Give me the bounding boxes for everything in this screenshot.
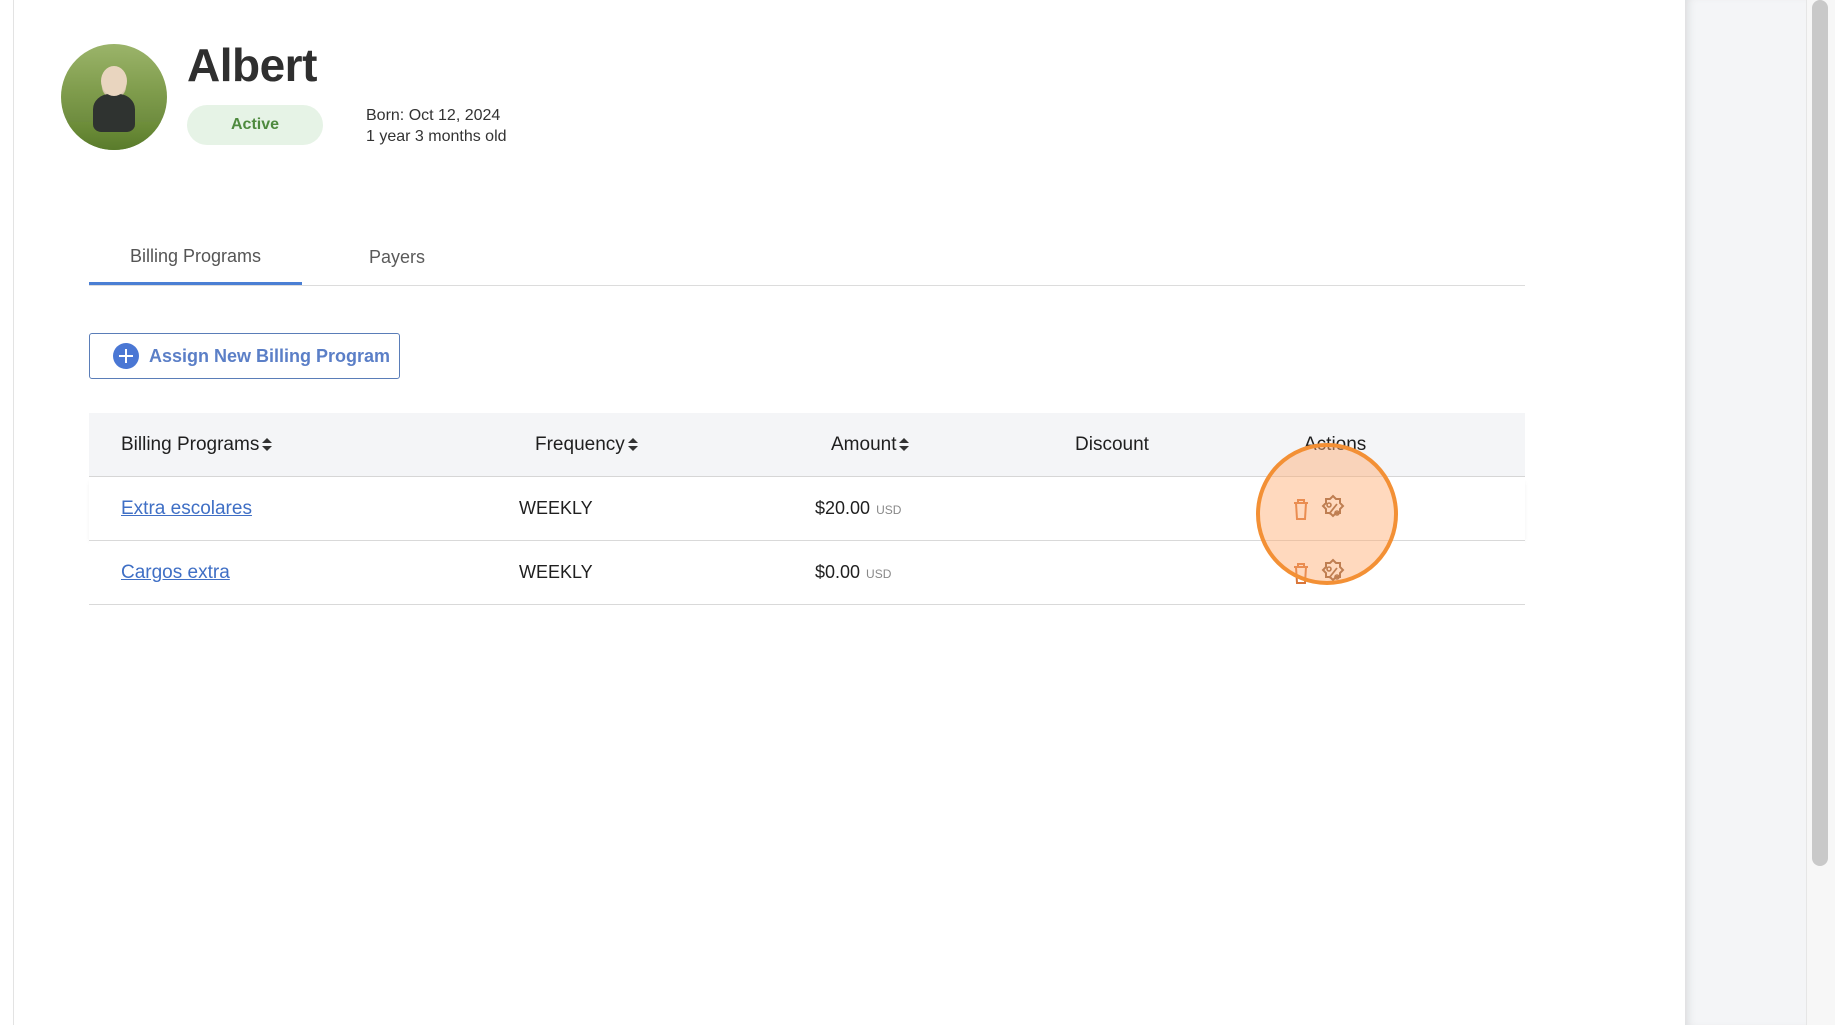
header-discount: Discount xyxy=(1075,413,1149,476)
program-cell: Cargos extra xyxy=(121,541,230,604)
amount-cell: $20.00 USD xyxy=(815,477,901,540)
tab-bar: Billing Programs Payers xyxy=(89,230,1525,286)
scrollbar-thumb[interactable] xyxy=(1812,0,1828,866)
header-amount-label: Amount xyxy=(831,433,897,455)
trash-icon[interactable] xyxy=(1292,498,1310,520)
actions-cell xyxy=(1292,477,1348,540)
header-frequency-label: Frequency xyxy=(535,433,625,455)
discount-badge-icon[interactable] xyxy=(1318,558,1348,588)
birth-info: Born: Oct 12, 2024 1 year 3 months old xyxy=(366,105,507,147)
frequency-cell: WEEKLY xyxy=(519,562,593,582)
avatar xyxy=(61,44,167,150)
avatar-face xyxy=(101,66,127,96)
table-header: Billing Programs Frequency Amount Discou… xyxy=(89,413,1525,477)
billing-programs-table: Billing Programs Frequency Amount Discou… xyxy=(89,413,1525,605)
header-amount[interactable]: Amount xyxy=(831,413,910,476)
discount-badge-icon[interactable] xyxy=(1318,494,1348,524)
right-side-panel xyxy=(1685,0,1806,1025)
status-badge: Active xyxy=(187,105,323,145)
program-link[interactable]: Extra escolares xyxy=(121,498,252,520)
tab-billing-programs[interactable]: Billing Programs xyxy=(89,230,302,285)
program-link[interactable]: Cargos extra xyxy=(121,562,230,584)
table-row: Extra escolares WEEKLY $20.00 USD xyxy=(89,477,1525,541)
header-actions: Actions xyxy=(1304,413,1366,476)
table-row: Cargos extra WEEKLY $0.00 USD xyxy=(89,541,1525,605)
born-date: Born: Oct 12, 2024 xyxy=(366,107,501,124)
currency-label: USD xyxy=(866,567,892,581)
avatar-body xyxy=(93,94,135,132)
plus-circle-icon xyxy=(113,343,139,369)
sort-icon[interactable] xyxy=(899,437,910,452)
header-actions-label: Actions xyxy=(1304,433,1367,455)
actions-cell xyxy=(1292,541,1348,604)
header-billing-programs-label: Billing Programs xyxy=(121,433,260,455)
amount-value: $20.00 xyxy=(815,498,871,518)
amount-value: $0.00 xyxy=(815,562,861,582)
header-frequency[interactable]: Frequency xyxy=(535,413,638,476)
sort-icon[interactable] xyxy=(262,437,273,452)
assign-new-billing-program-button[interactable]: Assign New Billing Program xyxy=(89,333,400,379)
tab-payers[interactable]: Payers xyxy=(349,230,445,284)
program-cell: Extra escolares xyxy=(121,477,252,540)
header-billing-programs[interactable]: Billing Programs xyxy=(121,413,273,476)
child-name: Albert xyxy=(187,39,317,91)
amount-cell: $0.00 USD xyxy=(815,541,891,604)
header-discount-label: Discount xyxy=(1075,433,1149,455)
trash-icon[interactable] xyxy=(1292,562,1310,584)
age-text: 1 year 3 months old xyxy=(366,128,507,145)
sort-icon[interactable] xyxy=(627,437,638,452)
currency-label: USD xyxy=(876,503,902,517)
frequency-cell: WEEKLY xyxy=(519,498,593,518)
assign-button-label: Assign New Billing Program xyxy=(149,345,391,366)
